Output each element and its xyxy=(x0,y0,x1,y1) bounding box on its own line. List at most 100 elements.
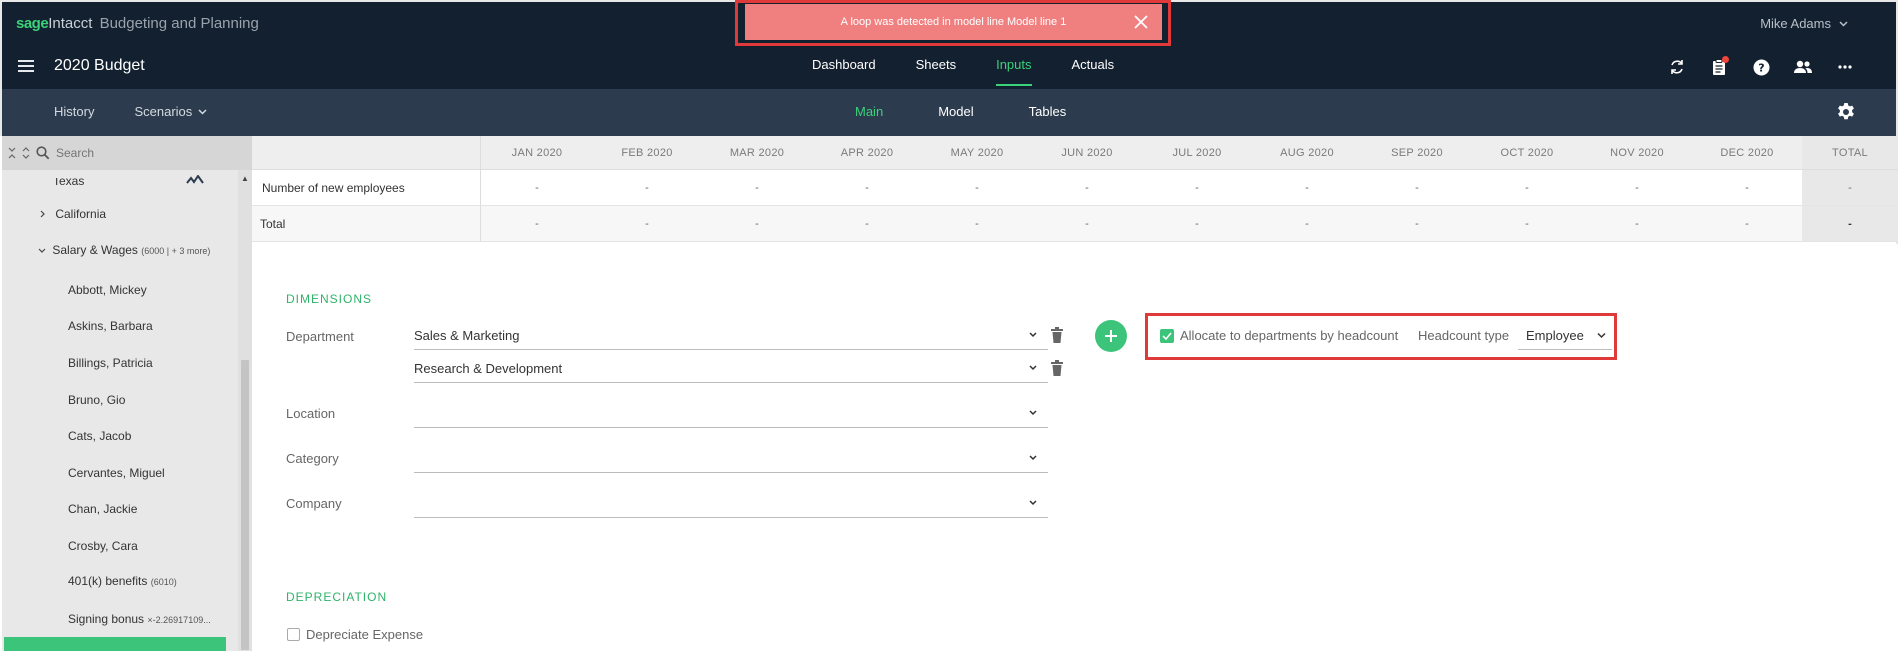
trash-icon[interactable] xyxy=(1050,360,1064,376)
chevron-down-icon xyxy=(1029,455,1037,461)
tree-item-employee[interactable]: Cats, Jacob xyxy=(68,429,131,443)
add-dimension-button[interactable] xyxy=(1095,320,1127,352)
headcount-type-value: Employee xyxy=(1526,328,1584,343)
table-cell[interactable]: - xyxy=(922,170,1032,205)
table-cell[interactable]: - xyxy=(812,170,922,205)
header-may: MAY 2020 xyxy=(950,146,1004,159)
expand-icon[interactable] xyxy=(22,146,30,160)
allocate-checkbox[interactable] xyxy=(1160,329,1174,343)
scroll-up-icon[interactable]: ▲ xyxy=(241,174,249,183)
header-aug: AUG 2020 xyxy=(1280,146,1334,159)
scenarios-dropdown[interactable]: Scenarios xyxy=(134,104,207,119)
sidebar-scrollbar[interactable]: ▲ xyxy=(238,170,252,651)
total-cell: - xyxy=(1802,206,1898,241)
table-row: Total - - - - - - - - - - - - - xyxy=(252,206,1898,242)
department-select-2[interactable]: Research & Development xyxy=(414,355,1048,383)
table-cell[interactable]: - xyxy=(482,170,592,205)
department-value: Research & Development xyxy=(414,361,563,376)
tab-model[interactable]: Model xyxy=(938,104,973,119)
tree-item-employee[interactable]: Abbott, Mickey xyxy=(68,283,147,297)
table-cell[interactable]: - xyxy=(1362,170,1472,205)
nav-inputs[interactable]: Inputs xyxy=(976,57,1051,86)
row-label: Total xyxy=(252,206,481,241)
trash-icon[interactable] xyxy=(1050,327,1064,343)
refresh-icon[interactable] xyxy=(1666,56,1688,78)
allocate-label: Allocate to departments by headcount xyxy=(1180,328,1399,343)
table-cell: - xyxy=(975,217,979,230)
more-icon[interactable] xyxy=(1834,56,1856,78)
table-cell[interactable]: - xyxy=(1142,170,1252,205)
help-icon[interactable]: ? xyxy=(1750,56,1772,78)
depreciate-label: Depreciate Expense xyxy=(306,627,424,642)
tree-item-employee[interactable]: Chan, Jackie xyxy=(68,502,137,516)
header-dec: DEC 2020 xyxy=(1720,146,1774,159)
header-jan: JAN 2020 xyxy=(511,146,563,159)
table-cell[interactable]: - xyxy=(592,170,702,205)
brand-logo[interactable]: sageIntacct Budgeting and Planning xyxy=(16,15,259,32)
search-input[interactable] xyxy=(56,146,206,160)
chevron-down-icon xyxy=(1029,500,1037,506)
table-cell[interactable]: - xyxy=(1252,170,1362,205)
table-cell: - xyxy=(1305,217,1309,230)
table-cell[interactable]: - xyxy=(702,170,812,205)
gear-icon[interactable] xyxy=(1836,102,1856,122)
tree-item-401k[interactable]: 401(k) benefits (6010) xyxy=(68,574,177,588)
location-select[interactable] xyxy=(414,400,1048,428)
table-cell[interactable]: - xyxy=(1032,170,1142,205)
header-feb: FEB 2020 xyxy=(621,146,673,159)
table-cell[interactable]: - xyxy=(1582,170,1692,205)
chevron-down-icon xyxy=(1839,20,1848,27)
scroll-thumb[interactable] xyxy=(241,360,249,650)
users-icon[interactable] xyxy=(1792,56,1814,78)
tree-item-texas[interactable]: Texas xyxy=(53,178,84,188)
tree-item-signing-bonus[interactable]: Signing bonus ×-2.26917109... xyxy=(68,612,211,626)
nav-dashboard[interactable]: Dashboard xyxy=(792,57,896,86)
menu-icon[interactable] xyxy=(18,60,34,72)
category-select[interactable] xyxy=(414,445,1048,473)
nav-sheets[interactable]: Sheets xyxy=(896,57,976,86)
tree-item-california[interactable]: California xyxy=(40,207,106,221)
row-label: Number of new employees xyxy=(252,170,481,205)
tree-item-salary-wages[interactable]: Salary & Wages (6000 | + 3 more) xyxy=(38,243,210,257)
tree-item-employee[interactable]: Crosby, Cara xyxy=(68,539,138,553)
department-select-1[interactable]: Sales & Marketing xyxy=(414,322,1048,350)
history-link[interactable]: History xyxy=(54,104,94,119)
tree-item-employee[interactable]: Billings, Patricia xyxy=(68,356,153,370)
tree-item-label: California xyxy=(55,207,107,221)
header-total: TOTAL xyxy=(1802,136,1898,169)
selected-item-bar[interactable] xyxy=(4,637,226,651)
tree-item-label: Signing bonus xyxy=(68,612,145,626)
tree-item-employee[interactable]: Bruno, Gio xyxy=(68,393,125,407)
user-menu[interactable]: Mike Adams xyxy=(1760,16,1848,31)
collapse-icon[interactable] xyxy=(8,146,16,160)
nav-actuals[interactable]: Actuals xyxy=(1052,57,1135,86)
sub-left: History Scenarios xyxy=(54,104,207,119)
chevron-down-icon xyxy=(1029,365,1037,371)
brand-product: Budgeting and Planning xyxy=(99,15,259,32)
tab-tables[interactable]: Tables xyxy=(1029,104,1067,119)
main-nav: Dashboard Sheets Inputs Actuals xyxy=(792,57,1134,86)
table-cell[interactable]: - xyxy=(1692,170,1802,205)
chart-icon[interactable] xyxy=(186,175,204,185)
tree-item-employee[interactable]: Askins, Barbara xyxy=(68,319,153,333)
header-jul: JUL 2020 xyxy=(1172,146,1222,159)
department-label: Department xyxy=(286,329,354,344)
header-mar: MAR 2020 xyxy=(729,146,785,159)
table-cell: - xyxy=(865,217,869,230)
sidebar-search xyxy=(2,136,252,170)
data-grid: JAN 2020 FEB 2020 MAR 2020 APR 2020 MAY … xyxy=(252,136,1898,244)
tab-main[interactable]: Main xyxy=(855,104,883,119)
headcount-type-select[interactable]: Employee xyxy=(1518,322,1612,350)
tree-item-employee[interactable]: Cervantes, Miguel xyxy=(68,466,165,480)
grid-header-label xyxy=(252,136,481,169)
table-cell[interactable]: - xyxy=(1472,170,1582,205)
chevron-down-icon xyxy=(1597,332,1606,339)
user-name: Mike Adams xyxy=(1760,16,1831,31)
location-label: Location xyxy=(286,406,336,421)
close-icon[interactable] xyxy=(1132,13,1150,31)
depreciate-checkbox[interactable] xyxy=(287,628,300,641)
company-select[interactable] xyxy=(414,490,1048,518)
clipboard-icon[interactable] xyxy=(1708,56,1730,78)
budget-title: 2020 Budget xyxy=(54,57,145,74)
department-value: Sales & Marketing xyxy=(414,328,520,343)
